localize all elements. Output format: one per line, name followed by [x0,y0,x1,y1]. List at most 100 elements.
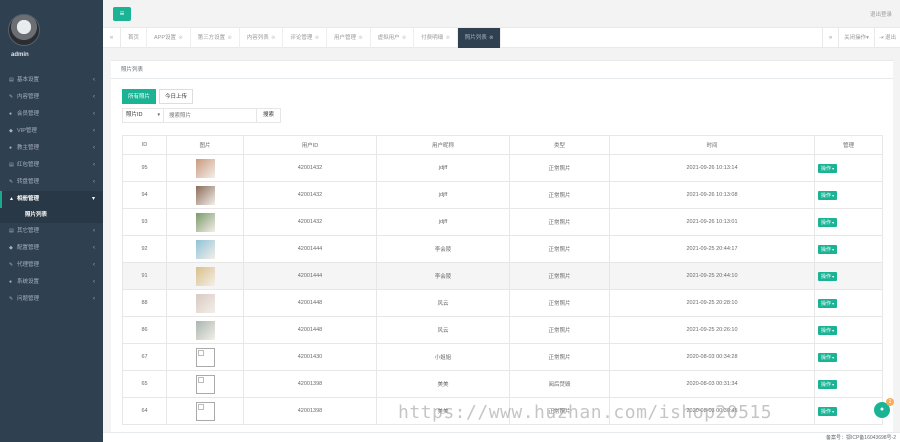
cell-nickname: 风云 [376,316,510,344]
menu-toggle-button[interactable]: ≡ [113,7,131,21]
sidebar-item-label: 转盘管理 [17,179,40,185]
cell-id: 64 [122,397,167,425]
cell-nickname: jdjff [376,154,510,182]
close-icon[interactable]: ⊗ [401,35,406,41]
photo-thumbnail[interactable] [195,347,215,367]
sidebar-item-after-2[interactable]: ✎ 代理管理 ‹ [0,257,103,274]
row-action-dropdown[interactable]: 操作 ▾ [818,244,838,254]
row-action-dropdown[interactable]: 操作 ▾ [818,271,838,281]
close-icon[interactable]: ⊗ [357,35,362,41]
cell-manage: 操作 ▾ [814,343,883,371]
sidebar: admin ▤ 基本设置 ‹ ✎ 内容管理 ‹ ● 会员管理 ‹ ◆ VIP管理 ‹ ● 教主管理 ‹ ▤ 红包… [0,0,103,442]
sidebar-item-label: 教主管理 [17,145,40,151]
sidebar-item-5[interactable]: ▤ 红包管理 ‹ [0,157,103,174]
cell-nickname: jdjff [376,208,510,236]
tab-2[interactable]: 第三方设置 ⊗ [191,28,240,48]
tab-5[interactable]: 用户管理 ⊗ [327,28,371,48]
sidebar-subitem-photo-list[interactable]: 照片列表 [0,208,103,223]
cell-image [166,154,244,182]
tab-6[interactable]: 虚拟用户 ⊗ [371,28,415,48]
search-field-select[interactable]: 照片ID ▾ [122,108,164,123]
search-input[interactable] [164,108,257,123]
photo-thumbnail[interactable] [195,293,215,313]
row-action-dropdown[interactable]: 操作 ▾ [818,163,838,173]
menu-icon: ● [9,111,13,117]
cell-image [166,181,244,209]
topbar: ≡ 退出登录 [103,0,900,28]
row-action-dropdown[interactable]: 操作 ▾ [818,325,838,335]
exit-tab-button[interactable]: ⇥ 退出 [873,28,900,48]
row-action-dropdown[interactable]: 操作 ▾ [818,298,838,308]
cell-type: 正常照片 [509,262,610,290]
cell-id: 92 [122,235,167,263]
cell-manage: 操作 ▾ [814,235,883,263]
cell-id: 65 [122,370,167,398]
menu-icon: ▤ [9,228,14,234]
photo-thumbnail[interactable] [195,185,215,205]
tab-scroll-left-icon[interactable]: « [103,28,121,48]
search-button[interactable]: 搜索 [257,108,281,123]
close-icon[interactable]: ⊗ [226,35,232,41]
photo-thumbnail[interactable] [195,266,215,286]
tab-3[interactable]: 内容列表 ⊗ [240,28,284,48]
tab-8[interactable]: 照片列表 ⊗ [457,28,502,48]
row-action-dropdown[interactable]: 操作 ▾ [818,352,838,362]
cell-time: 2021-09-25 20:44:17 [609,235,815,263]
sidebar-item-after-4[interactable]: ✎ 问题管理 ‹ [0,291,103,308]
sidebar-item-after-1[interactable]: ◆ 配置管理 ‹ [0,240,103,257]
row-action-dropdown[interactable]: 操作 ▾ [818,217,838,227]
row-action-dropdown[interactable]: 操作 ▾ [818,406,838,416]
tab-label: 虚拟用户 [377,35,400,41]
tab-scroll-right-icon[interactable]: » [822,28,838,48]
row-action-dropdown[interactable]: 操作 ▾ [818,379,838,389]
sidebar-item-2[interactable]: ● 会员管理 ‹ [0,106,103,123]
close-icon[interactable]: ⊗ [444,35,450,41]
cell-manage: 操作 ▾ [814,316,883,344]
photo-thumbnail[interactable] [195,374,215,394]
photo-thumbnail[interactable] [195,401,215,421]
sidebar-item-after-3[interactable]: ● 系统设置 ‹ [0,274,103,291]
sidebar-item-label: 其它管理 [17,228,40,234]
filter-today-button[interactable]: 今日上传 [159,89,194,104]
close-operations-dropdown[interactable]: 关闭操作▾ [838,28,874,48]
sidebar-item-after-0[interactable]: ▤ 其它管理 ‹ [0,223,103,240]
photo-thumbnail[interactable] [195,158,215,178]
row-action-dropdown[interactable]: 操作 ▾ [818,190,838,200]
close-icon[interactable]: ⊗ [177,35,182,41]
filter-all-photos-button[interactable]: 所有照片 [122,89,157,104]
sidebar-item-7[interactable]: ▲ 相册管理 ▾ [0,191,103,208]
table-row: 67 42001430 小姐姐 正常照片 2020-08-03 00:34:28 操作 ▾ [122,343,883,371]
logout-link[interactable]: 退出登录 [870,10,892,18]
cell-nickname: 李会陵 [376,262,510,290]
cell-type: 正常照片 [509,208,610,236]
menu-icon: ✎ [9,179,14,185]
tab-0[interactable]: 首页 [121,28,148,48]
photo-thumbnail[interactable] [195,212,215,232]
sidebar-item-6[interactable]: ✎ 转盘管理 ‹ [0,174,103,191]
tab-7[interactable]: 付费明细 ⊗ [414,28,458,48]
username[interactable]: admin [11,52,29,58]
sidebar-item-4[interactable]: ● 教主管理 ‹ [0,140,103,157]
tab-4[interactable]: 评论管理 ⊗ [283,28,327,48]
menu-icon: ▲ [9,196,14,202]
avatar[interactable] [8,14,40,46]
tab-label: 用户管理 [333,35,356,41]
tab-label: 付费明细 [421,35,444,41]
sidebar-item-1[interactable]: ✎ 内容管理 ‹ [0,89,103,106]
close-icon[interactable]: ⊗ [488,35,493,41]
photo-table: ID 图片 用户ID 用户昵称 类型 时间 管理 95 42001432 jdjff 正常照片 20… [122,135,883,425]
sidebar-item-3[interactable]: ◆ VIP管理 ‹ [0,123,103,140]
tab-label: 首页 [128,35,140,41]
photo-thumbnail[interactable] [195,239,215,259]
cell-nickname: 风云 [376,289,510,317]
close-icon[interactable]: ⊗ [270,35,275,41]
chevron-left-icon: ‹ [93,279,95,285]
cell-time: 2021-09-25 20:44:10 [609,262,815,290]
sidebar-item-0[interactable]: ▤ 基本设置 ‹ [0,72,103,89]
tab-1[interactable]: APP设置 ⊗ [147,28,191,48]
chevron-down-icon: ▾ [157,112,160,118]
table-row: 92 42001444 李会陵 正常照片 2021-09-25 20:44:17 操作 ▾ [122,235,883,263]
menu-icon: ✎ [9,296,14,302]
photo-thumbnail[interactable] [195,320,215,340]
close-icon[interactable]: ⊗ [313,35,319,41]
